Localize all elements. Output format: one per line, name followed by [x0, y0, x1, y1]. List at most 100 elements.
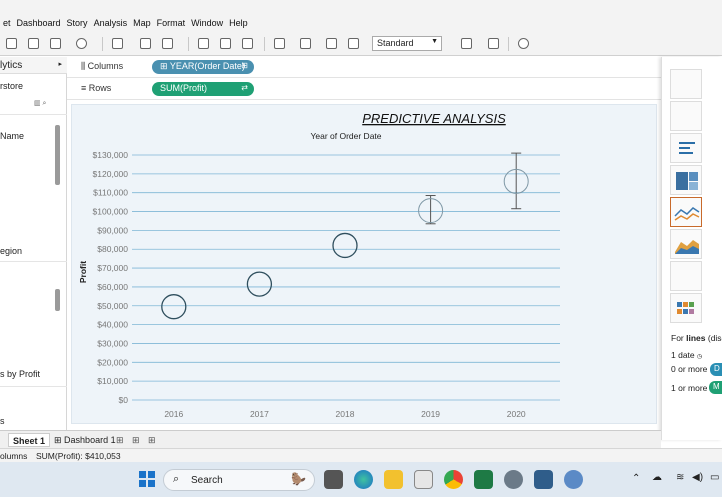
chart-type-area[interactable]	[670, 229, 702, 259]
search-icon[interactable]: ▥ ⌕	[34, 99, 46, 108]
chart[interactable]: PREDICTIVE ANALYSIS Year of Order Date Pro…	[67, 100, 661, 426]
taskbar-search-label: Search	[191, 475, 223, 486]
chart-type-treemap[interactable]	[670, 165, 702, 195]
chart-type-text-table[interactable]	[670, 69, 702, 99]
chart-type-scatter[interactable]	[670, 261, 702, 291]
view-cards-icon[interactable]	[461, 38, 472, 49]
refresh-icon[interactable]	[76, 38, 87, 49]
presentation-icon[interactable]	[488, 38, 499, 49]
y-tick-label: $20,000	[97, 357, 128, 367]
rows-shelf-label: ≡ Rows	[81, 83, 112, 93]
task-view-icon[interactable]	[324, 470, 343, 489]
tab-dashboard-1[interactable]: ⊞ Dashboard 1	[50, 433, 120, 447]
windows-start-icon[interactable]	[139, 471, 155, 487]
save-icon[interactable]	[6, 38, 17, 49]
chevron-up-icon[interactable]: ⌃	[632, 473, 640, 484]
field-name[interactable]: Name	[0, 131, 24, 141]
shelf-area: ⫼ Columns ⊞ YEAR(Order Date) ⊞ ≡ Rows SU…	[67, 57, 661, 100]
new-story-tab-icon[interactable]: ⊞	[144, 433, 160, 447]
status-sum: SUM(Profit): $410,053	[36, 451, 121, 461]
menu-item-dashboard[interactable]: Dashboard	[14, 18, 64, 28]
y-tick-label: $80,000	[97, 244, 128, 254]
y-tick-label: $50,000	[97, 301, 128, 311]
y-tick-label: $110,000	[93, 188, 128, 198]
chart-type-map[interactable]	[670, 101, 702, 131]
tab-sheet-1[interactable]: Sheet 1	[8, 433, 51, 447]
analytics-tab-label: lytics	[0, 60, 23, 71]
rows-pill-label: SUM(Profit)	[160, 83, 207, 93]
field-sets[interactable]: s	[0, 416, 5, 426]
chrome-icon[interactable]	[444, 470, 463, 489]
battery-icon[interactable]: ▭	[710, 472, 719, 483]
left-pane: lytics ▸ rstore ▥ ⌕ Name egion s by Prof…	[0, 57, 67, 430]
file-explorer-icon[interactable]	[384, 470, 403, 489]
menu-item-format[interactable]: Format	[154, 18, 189, 28]
datasource-name[interactable]: rstore	[0, 81, 23, 91]
fit-dropdown[interactable]: Standard ▼	[372, 36, 442, 51]
analytics-tab[interactable]: lytics ▸	[0, 57, 67, 74]
edge-icon[interactable]	[354, 470, 373, 489]
wifi-icon[interactable]: ≋	[676, 472, 684, 483]
status-bar: olumns SUM(Profit): $410,053	[0, 448, 722, 462]
scrollbar[interactable]	[55, 125, 60, 185]
y-tick-label: $30,000	[97, 338, 128, 348]
clear-sheet-icon[interactable]	[162, 38, 173, 49]
new-sheet-tab-icon[interactable]: ⊞	[112, 433, 128, 447]
menu-item-map[interactable]: Map	[130, 18, 154, 28]
tab-arrow-icon: ▸	[58, 61, 62, 68]
y-tick-label: $100,000	[93, 207, 129, 217]
x-tick-label: 2016	[164, 409, 183, 419]
pause-icon[interactable]	[50, 38, 61, 49]
scrollbar[interactable]	[55, 289, 60, 311]
columns-shelf[interactable]: ⫼ Columns ⊞ YEAR(Order Date) ⊞	[67, 57, 661, 78]
menu-item-analysis[interactable]: Analysis	[91, 18, 131, 28]
field-region[interactable]: egion	[0, 246, 22, 256]
group-icon[interactable]	[300, 38, 311, 49]
y-tick-label: $60,000	[97, 282, 128, 292]
menu-item-help[interactable]: Help	[226, 18, 251, 28]
columns-pill[interactable]: ⊞ YEAR(Order Date) ⊞	[152, 60, 254, 74]
x-tick-label: 2020	[507, 409, 526, 419]
y-tick-label: $130,000	[93, 150, 129, 160]
new-dashboard-tab-icon[interactable]: ⊞	[128, 433, 144, 447]
label-icon[interactable]	[326, 38, 337, 49]
menu-item-window[interactable]: Window	[188, 18, 226, 28]
y-tick-label: $70,000	[97, 263, 128, 273]
menu-item-story[interactable]: Story	[64, 18, 91, 28]
excel-icon[interactable]	[474, 470, 493, 489]
fit-dropdown-value: Standard	[377, 38, 414, 48]
store-icon[interactable]	[414, 470, 433, 489]
y-tick-label: $90,000	[97, 225, 128, 235]
swap-icon[interactable]	[198, 38, 209, 49]
menu-bar: et Dashboard Story Analysis Map Format W…	[0, 14, 722, 32]
y-tick-label: $120,000	[93, 169, 129, 179]
x-tick-label: 2019	[421, 409, 440, 419]
share-icon[interactable]	[518, 38, 529, 49]
rows-shelf[interactable]: ≡ Rows SUM(Profit) ⇄	[67, 79, 661, 100]
tableau-icon[interactable]	[534, 470, 553, 489]
highlight-icon[interactable]	[274, 38, 285, 49]
settings-icon[interactable]	[504, 470, 523, 489]
duplicate-icon[interactable]	[140, 38, 151, 49]
pin-icon[interactable]	[348, 38, 359, 49]
new-datasource-icon[interactable]	[28, 38, 39, 49]
show-me-hint: For lines (disc	[671, 333, 722, 343]
title-bar	[0, 0, 722, 14]
field-sales-by-profit[interactable]: s by Profit	[0, 369, 40, 379]
chart-type-bar[interactable]	[670, 133, 702, 163]
rows-pill[interactable]: SUM(Profit) ⇄	[152, 82, 254, 96]
volume-icon[interactable]: ◀)	[692, 472, 703, 483]
columns-shelf-label: ⫼ Columns	[81, 61, 124, 71]
sort-descending-icon[interactable]	[242, 38, 253, 49]
taskbar-search[interactable]: ⌕ Search 🦫	[163, 469, 315, 491]
search-highlight-icon: 🦫	[291, 472, 306, 486]
chart-title: PREDICTIVE ANALYSIS	[362, 111, 506, 126]
menu-item-worksheet[interactable]: et	[0, 18, 14, 28]
new-sheet-icon[interactable]	[112, 38, 123, 49]
r-icon[interactable]	[564, 470, 583, 489]
chart-type-line[interactable]	[670, 197, 702, 227]
dimension-chip: D	[710, 363, 722, 376]
chart-type-heat[interactable]	[670, 293, 702, 323]
sort-ascending-icon[interactable]	[220, 38, 231, 49]
visualization-area: PREDICTIVE ANALYSIS Year of Order Date Pro…	[67, 100, 661, 426]
